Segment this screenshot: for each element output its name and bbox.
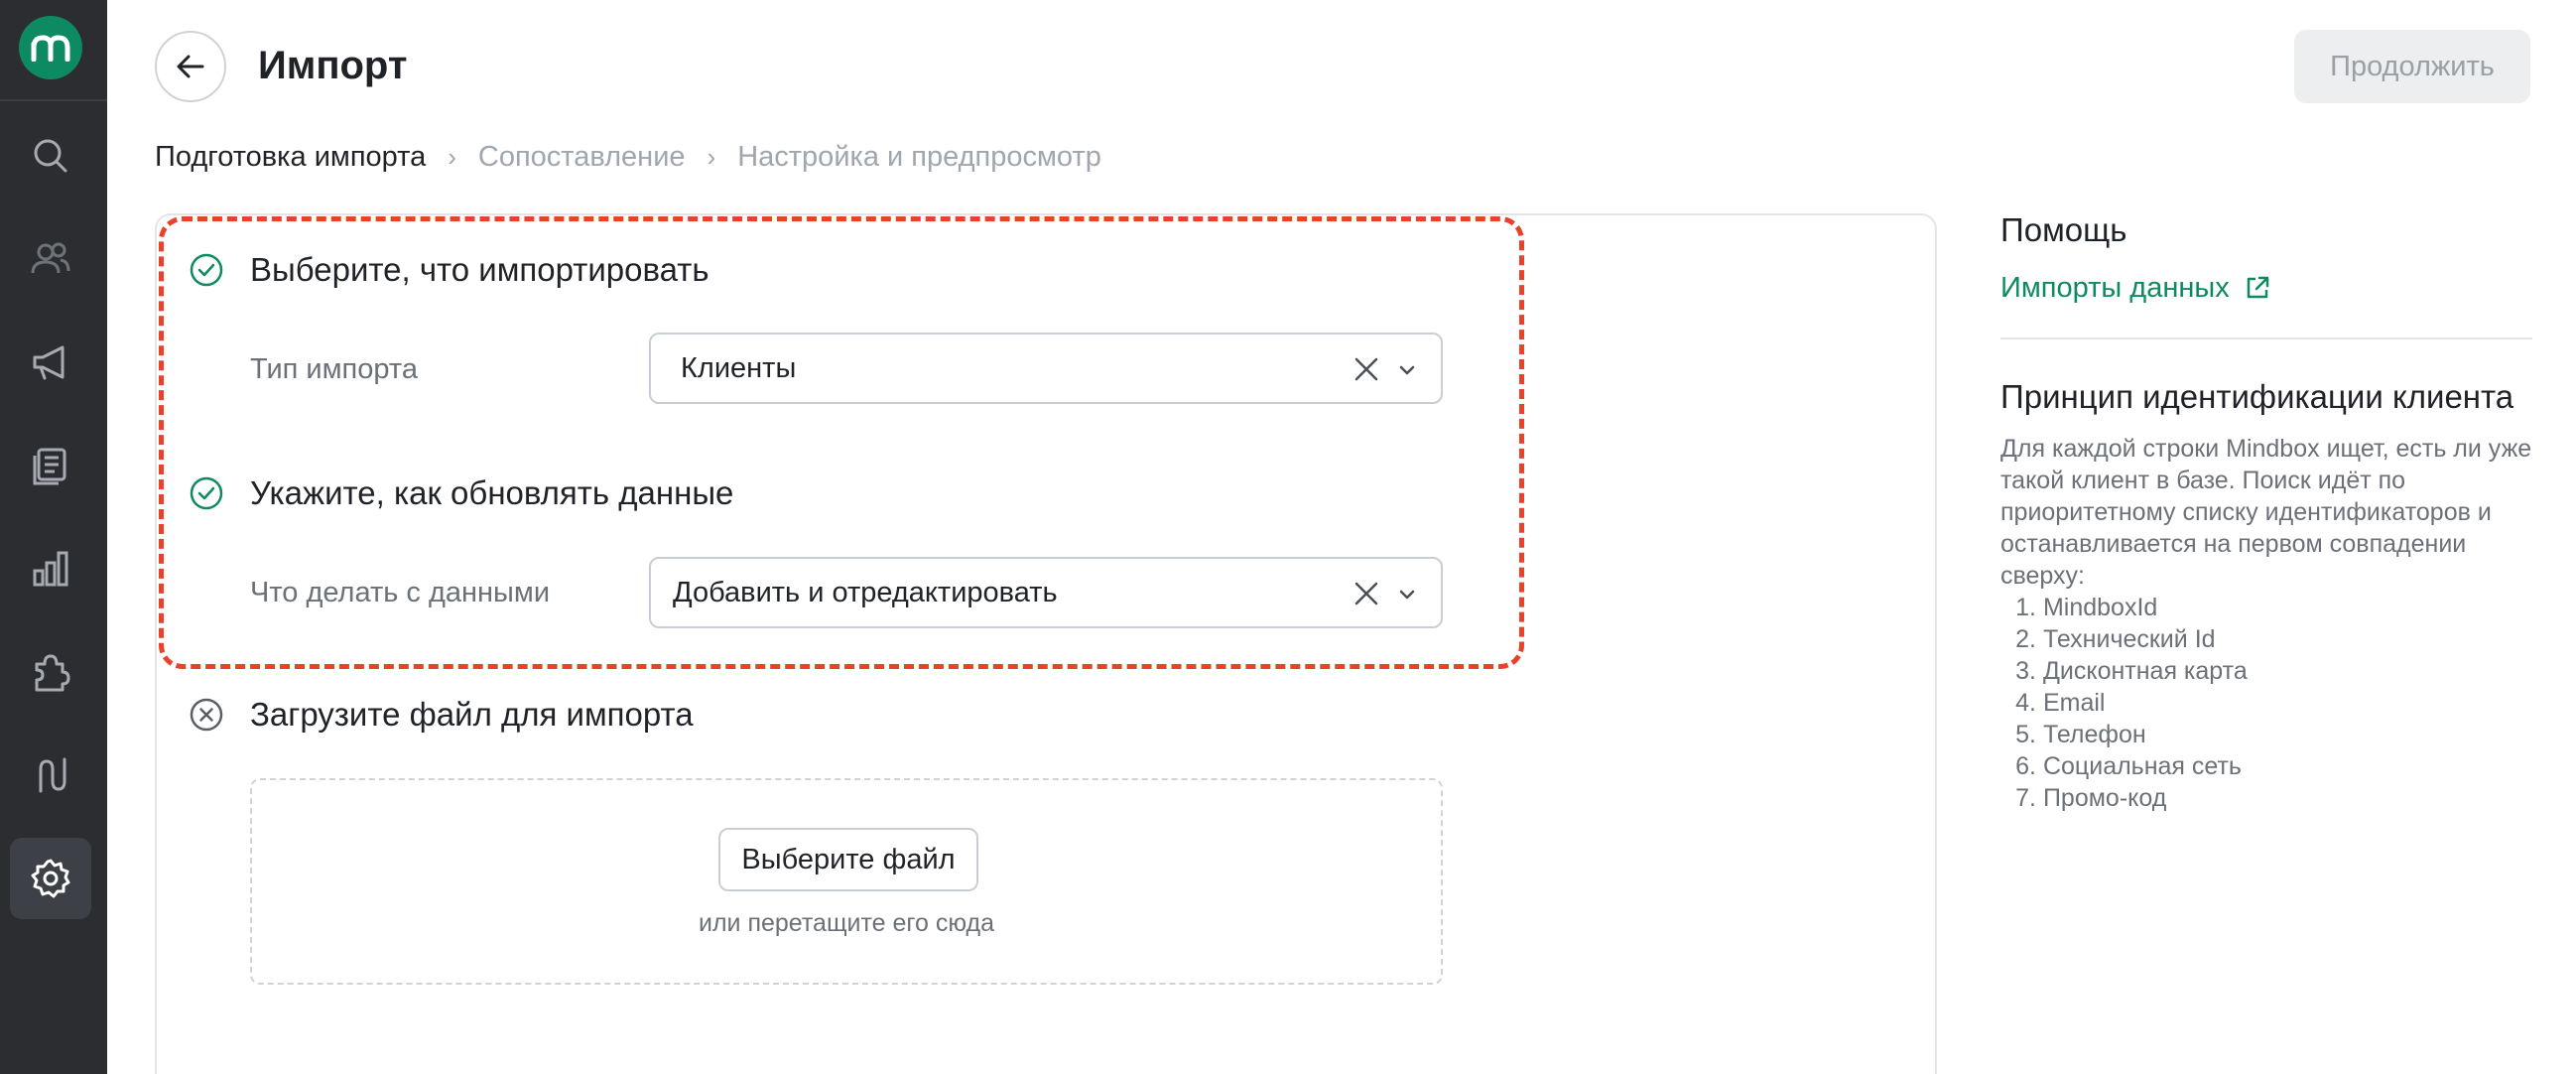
help-title: Помощь [2000,211,2127,248]
gear-icon [31,859,70,898]
identifier-priority-list: 1. MindboxId 2. Технический Id 3. Дискон… [2000,592,2536,814]
list-item: 1. MindboxId [2015,594,2158,621]
help-link-data-imports[interactable]: Импорты данных [2000,268,2271,308]
sidebar-divider [0,99,107,101]
import-type-label: Тип импорта [250,353,418,385]
list-item: 6. Социальная сеть [2015,752,2242,780]
list-item: 5. Телефон [2015,721,2146,748]
import-type-select[interactable]: Клиенты [649,333,1443,404]
breadcrumb-step-settings-preview[interactable]: Настройка и предпросмотр [737,141,1101,174]
import-type-value: Клиенты [681,351,797,384]
dropzone-hint: или перетащите его сюда [698,909,995,937]
back-button[interactable] [155,31,226,102]
users-icon [31,242,70,274]
help-subtitle: Принцип идентификации клиента [2000,378,2514,415]
sidebar-item-content[interactable] [10,425,91,506]
chevron-down-icon[interactable] [1397,360,1417,380]
puzzle-icon [35,654,70,692]
sidebar-item-analytics[interactable] [10,528,91,609]
list-item: 3. Дисконтная карта [2015,657,2248,685]
chevron-right-icon: › [448,141,456,172]
sidebar-item-customers[interactable] [10,218,91,300]
file-dropzone[interactable]: Выберите файл или перетащите его сюда [250,778,1443,985]
bar-chart-icon [33,551,68,587]
x-circle-icon [190,698,223,732]
sidebar-item-settings[interactable] [10,838,91,919]
sidebar-item-scenarios[interactable] [10,735,91,816]
mindbox-logo[interactable] [19,16,82,79]
sidebar-item-integrations[interactable] [10,631,91,713]
logo-m-icon [31,35,70,62]
continue-button[interactable]: Продолжить [2294,30,2530,103]
breadcrumb-step-preparation[interactable]: Подготовка импорта [155,141,426,174]
search-icon [34,139,67,173]
arrow-left-icon [177,55,204,78]
check-circle-icon [190,476,223,510]
chevron-right-icon: › [707,141,716,172]
list-item: 2. Технический Id [2015,625,2216,653]
page-title: Импорт [258,44,408,87]
sidebar-item-search[interactable] [10,115,91,197]
help-link-label: Импорты данных [2000,272,2230,304]
check-circle-icon [190,253,223,287]
clear-icon[interactable] [1352,579,1381,608]
megaphone-icon [33,345,64,380]
sidebar-item-campaigns[interactable] [10,322,91,403]
data-action-select[interactable]: Добавить и отредактировать [649,557,1443,628]
breadcrumb: Подготовка импорта › Сопоставление › Нас… [155,137,1101,177]
help-description: Для каждой строки Mindbox ищет, есть ли … [2000,435,2532,590]
list-item: 4. Email [2015,689,2106,717]
help-divider [2000,337,2532,339]
sidebar [0,0,107,1074]
chevron-down-icon[interactable] [1397,585,1417,604]
step-title-what-to-import: Выберите, что импортировать [250,251,709,288]
data-action-value: Добавить и отредактировать [673,576,1058,608]
external-link-icon [2247,276,2268,299]
flow-icon [39,757,66,793]
breadcrumb-step-mapping[interactable]: Сопоставление [478,141,686,174]
choose-file-button[interactable]: Выберите файл [718,828,978,891]
step-title-update-data: Укажите, как обновлять данные [250,474,734,511]
data-action-label: Что делать с данными [250,577,551,608]
clear-icon[interactable] [1352,354,1381,384]
list-item: 7. Промо-код [2015,784,2167,812]
documents-icon [33,448,66,485]
step-title-upload-file: Загрузите файл для импорта [250,696,694,733]
